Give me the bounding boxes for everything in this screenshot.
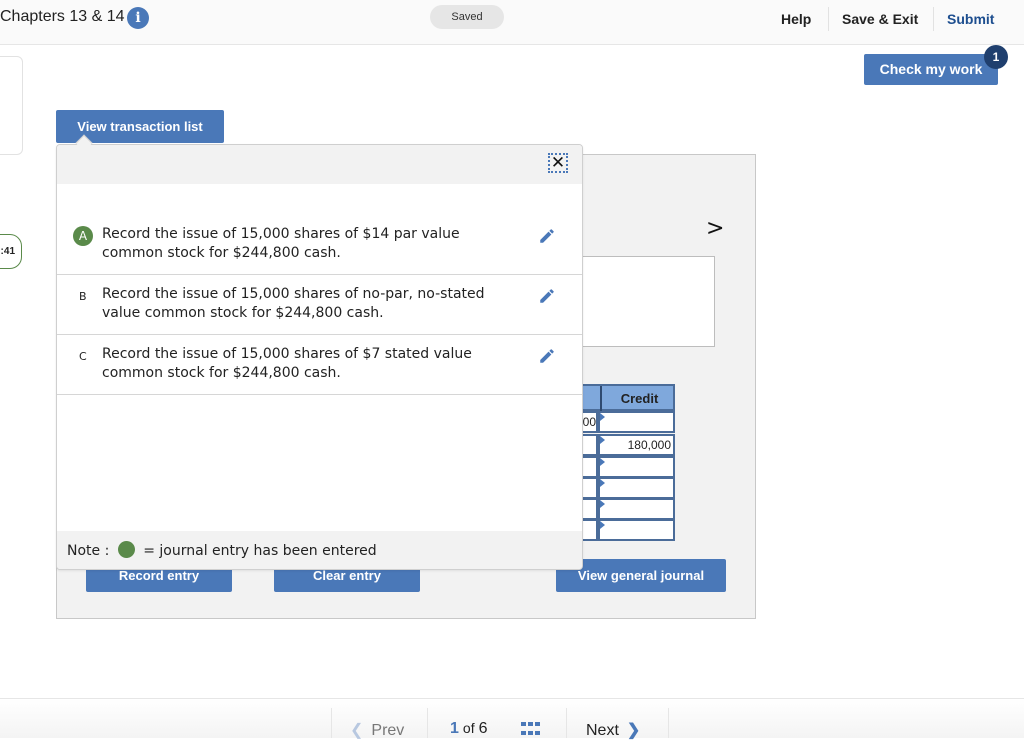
pagination-footer <box>0 698 1024 738</box>
check-work-count-badge: 1 <box>984 45 1008 69</box>
transaction-text: Record the issue of 15,000 shares of $14… <box>102 226 460 261</box>
check-my-work-button[interactable]: Check my work <box>864 54 998 85</box>
info-icon[interactable]: i <box>127 7 149 29</box>
credit-cell[interactable] <box>600 521 673 539</box>
note-prefix: Note : <box>67 543 110 559</box>
completed-dot-icon <box>117 541 135 558</box>
credit-cell[interactable] <box>600 458 673 476</box>
prev-label: Prev <box>371 722 405 739</box>
total-pages: 6 <box>478 720 488 737</box>
next-label: Next <box>586 722 619 739</box>
cell-flag-icon <box>600 479 605 487</box>
footer-divider <box>331 708 332 738</box>
cell-flag-icon <box>600 458 605 466</box>
transaction-letter: B <box>79 290 87 303</box>
page-indicator: 1 of 6 <box>450 720 488 738</box>
footer-divider <box>427 708 428 738</box>
prev-button[interactable]: ❮ Prev <box>350 720 404 740</box>
journal-row <box>575 477 675 499</box>
question-grid-icon[interactable] <box>521 722 540 738</box>
credit-cell[interactable] <box>600 479 673 497</box>
transaction-description-box <box>575 256 715 347</box>
credit-cell[interactable] <box>600 500 673 518</box>
page-of-label: of <box>462 720 475 736</box>
credit-cell[interactable]: 180,000 <box>600 436 673 454</box>
transaction-item-c[interactable]: C Record the issue of 15,000 shares of $… <box>57 335 582 395</box>
cell-flag-icon <box>600 413 605 421</box>
next-button[interactable]: Next ❯ <box>586 720 640 740</box>
close-icon[interactable]: ✕ <box>548 153 568 173</box>
chevron-right-icon: ❯ <box>626 722 641 739</box>
footer-divider <box>668 708 669 738</box>
header-divider <box>828 7 829 31</box>
transaction-item-a[interactable]: A Record the issue of 15,000 shares of $… <box>57 215 582 275</box>
popup-header: ✕ <box>57 145 582 184</box>
legend-note: Note : = journal entry has been entered <box>57 531 582 569</box>
journal-header-row: Credit <box>575 384 677 413</box>
cell-flag-icon <box>600 521 605 529</box>
transaction-text: Record the issue of 15,000 shares of no-… <box>102 286 485 321</box>
transaction-text: Record the issue of 15,000 shares of $7 … <box>102 346 472 381</box>
help-link[interactable]: Help <box>781 11 811 27</box>
header-divider <box>933 7 934 31</box>
current-page: 1 <box>450 720 459 737</box>
transaction-item-b[interactable]: B Record the issue of 15,000 shares of n… <box>57 275 582 335</box>
submit-link[interactable]: Submit <box>947 11 994 27</box>
cell-flag-icon <box>600 436 605 444</box>
assignment-title: Chapters 13 & 14 <box>0 8 125 25</box>
footer-divider <box>566 708 567 738</box>
journal-row <box>575 519 675 541</box>
side-panel-card <box>0 56 23 155</box>
next-transaction-chevron-icon[interactable]: > <box>706 216 724 241</box>
cell-flag-icon <box>600 500 605 508</box>
credit-column-header: Credit <box>600 386 677 413</box>
journal-row: 00 <box>575 411 675 433</box>
note-text: = journal entry has been entered <box>143 543 377 559</box>
pencil-edit-icon[interactable] <box>538 347 556 365</box>
journal-row <box>575 498 675 520</box>
save-exit-link[interactable]: Save & Exit <box>842 11 918 27</box>
pencil-edit-icon[interactable] <box>538 287 556 305</box>
transaction-letter: C <box>79 350 87 363</box>
completed-indicator: A <box>73 226 93 246</box>
transaction-list-popup: ✕ A Record the issue of 15,000 shares of… <box>56 144 583 570</box>
chevron-left-icon: ❮ <box>350 722 364 739</box>
top-header: Chapters 13 & 14 i Saved Help Save & Exi… <box>0 0 1024 45</box>
journal-row: 180,000 <box>575 434 675 456</box>
saved-status-badge: Saved <box>430 5 504 29</box>
pencil-edit-icon[interactable] <box>538 227 556 245</box>
credit-cell[interactable] <box>600 413 673 431</box>
journal-row <box>575 456 675 478</box>
timer-badge: :41 <box>0 234 22 269</box>
